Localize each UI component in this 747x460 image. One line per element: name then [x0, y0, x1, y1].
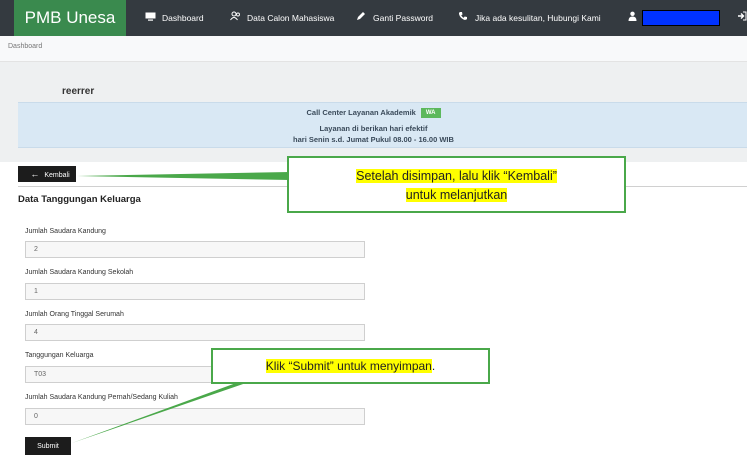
callout-submit-text: Klik “Submit” untuk menyimpan [265, 359, 432, 373]
callout-arrows [72, 172, 290, 443]
callout-kembali: Setelah disimpan, lalu klik “Kembali” un… [287, 156, 626, 213]
arrow-to-submit [72, 383, 246, 443]
callout-submit-period: . [431, 359, 436, 373]
callout-kembali-line1: Setelah disimpan, lalu klik “Kembali” [356, 169, 557, 183]
callout-submit: Klik “Submit” untuk menyimpan. [211, 348, 490, 384]
arrow-to-kembali [77, 172, 290, 180]
callout-kembali-line2: untuk melanjutkan [405, 188, 508, 202]
